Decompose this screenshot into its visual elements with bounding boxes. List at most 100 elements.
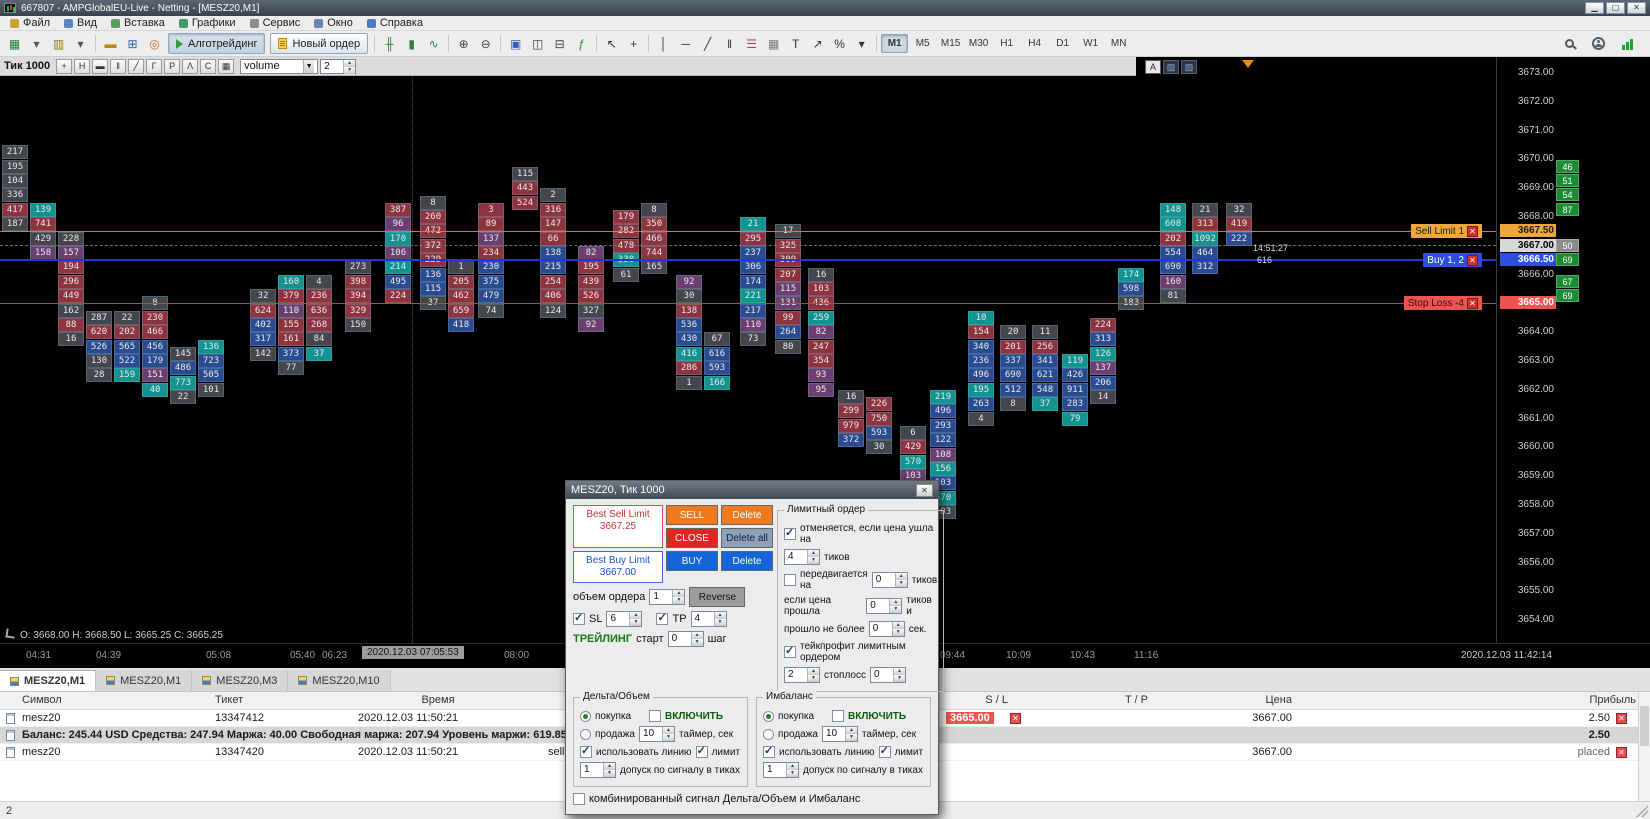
chart-tool-7[interactable]: P [164,59,180,74]
order-volume-stepper[interactable]: 1 [649,589,685,605]
timeframe-H1[interactable]: H1 [993,34,1020,53]
tp-limit-stepper[interactable]: 2 [784,667,820,683]
delta-enable-checkbox[interactable] [649,710,661,722]
imbalance-buy-radio[interactable] [763,711,774,722]
crosshair-button[interactable]: + [623,33,644,54]
stop-loss-line-label[interactable]: Stop Loss -4 [1404,296,1482,310]
arrow-objects-button[interactable]: ↗ [807,33,828,54]
move-stepper[interactable]: 0 [872,572,908,588]
trailing-start-stepper[interactable]: 0 [668,631,704,647]
dialog-close-button[interactable] [916,484,933,497]
profit-close-icon[interactable] [1616,713,1627,724]
column-header-time[interactable]: Время [358,694,518,706]
chart-tool-1[interactable]: + [56,59,72,74]
objects-dropdown-button[interactable]: ▾ [851,33,872,54]
chart-overlay-button-3[interactable]: ▨ [1181,60,1197,74]
channel-button[interactable]: ‖ [719,33,740,54]
vertical-line-button[interactable]: │ [653,33,674,54]
timeframe-M30[interactable]: M30 [965,34,992,53]
delta-buy-radio[interactable] [580,711,591,722]
trendline-button[interactable]: ╱ [697,33,718,54]
sl-checkbox[interactable] [573,613,585,625]
profiles-dropdown-button[interactable]: ▾ [70,33,91,54]
passed-stepper[interactable]: 0 [866,598,902,614]
delta-timer-stepper[interactable]: 10 [639,726,675,742]
line-chart-button[interactable]: ∿ [423,33,444,54]
calculator-button[interactable]: ⊞ [122,33,143,54]
bar-chart-button[interactable]: ╫ [379,33,400,54]
tab-MESZ20,M1[interactable]: MESZ20,M1 [0,670,96,691]
reverse-button[interactable]: Reverse [689,587,745,607]
chart-overlay-button-1[interactable]: A [1145,60,1161,74]
chart-overlay-button-2[interactable]: ▨ [1163,60,1179,74]
timeframe-W1[interactable]: W1 [1077,34,1104,53]
cursor-button[interactable]: ↖ [601,33,622,54]
algo-settings-button[interactable]: ◎ [144,33,165,54]
profit-close-icon[interactable] [1616,747,1627,758]
tab-MESZ20,M10[interactable]: MESZ20,M10 [288,670,390,691]
elapsed-stepper[interactable]: 0 [869,621,905,637]
timeframe-H4[interactable]: H4 [1021,34,1048,53]
fibonacci-button[interactable]: ☰ [741,33,762,54]
minimize-button[interactable]: ▁ [1585,2,1604,14]
close-button[interactable]: CLOSE [666,528,718,548]
imbalance-use-line-checkbox[interactable] [763,746,775,758]
takeprofit-limit-checkbox[interactable] [784,646,796,658]
delete-sell-button[interactable]: Delete [721,505,773,525]
auto-arrange-button[interactable]: ⊟ [549,33,570,54]
timeframe-D1[interactable]: D1 [1049,34,1076,53]
resize-grip[interactable] [1636,805,1648,817]
menu-Вставка[interactable]: Вставка [104,16,172,30]
column-header-symbol[interactable]: Символ [22,694,152,706]
price-axis[interactable]: 3673.003672.003671.003670.003669.003668.… [1497,76,1650,643]
zoom-in-button[interactable]: ⊕ [453,33,474,54]
move-checkbox[interactable] [784,574,796,586]
delta-sell-radio[interactable] [580,729,591,740]
buy-button[interactable]: BUY [666,551,718,571]
sell-limit-line-label[interactable]: Sell Limit 1 [1411,224,1482,238]
dialog-titlebar[interactable]: MESZ20, Тик 1000 [566,481,938,499]
menu-Справка[interactable]: Справка [360,16,430,30]
delete-buy-button[interactable]: Delete [721,551,773,571]
imbalance-enable-checkbox[interactable] [832,710,844,722]
sell-button[interactable]: SELL [666,505,718,525]
column-header-ticket[interactable]: Тикет [215,694,325,706]
timeframe-M1[interactable]: M1 [881,34,908,53]
search-button[interactable] [1559,33,1580,54]
cancel-ticks-stepper[interactable]: 4 [784,549,820,565]
cancel-if-checkbox[interactable] [784,528,796,540]
tp-checkbox[interactable] [656,613,668,625]
sl-stepper[interactable]: 6 [606,611,642,627]
menu-Графики[interactable]: Графики [172,16,243,30]
timeframe-MN[interactable]: MN [1105,34,1132,53]
chart-tool-6[interactable]: Г [146,59,162,74]
column-header-price[interactable]: Цена [1170,694,1292,706]
timeframe-M15[interactable]: M15 [937,34,964,53]
menu-Окно[interactable]: Окно [307,16,360,30]
stop-loss-line-close-icon[interactable] [1467,298,1478,309]
new-chart-button[interactable]: ▦ [4,33,25,54]
volume-size-stepper[interactable]: 2 [320,59,356,74]
combined-signal-checkbox[interactable] [573,793,585,805]
indicators-button[interactable]: ƒ [571,33,592,54]
algotrading-button[interactable]: Алготрейдинг [168,33,265,54]
text-button[interactable]: T [785,33,806,54]
delete-all-button[interactable]: Delete all [721,528,773,548]
autoscroll-marker-icon[interactable] [1242,60,1254,68]
ruler-button[interactable]: ▬ [100,33,121,54]
volume-select[interactable]: volume ▼ [240,59,318,74]
menu-Вид[interactable]: Вид [57,16,104,30]
imbalance-timer-stepper[interactable]: 10 [822,726,858,742]
menu-Сервис[interactable]: Сервис [243,16,308,30]
chart-tool-5[interactable]: ╱ [128,59,144,74]
arrange-windows-button[interactable]: ◫ [527,33,548,54]
menu-Файл[interactable]: Файл [3,16,57,30]
account-button[interactable] [1588,33,1609,54]
chart-tool-9[interactable]: C [200,59,216,74]
column-header-profit[interactable]: Прибыль [1440,694,1636,706]
horizontal-line-button[interactable]: ─ [675,33,696,54]
delta-limit-checkbox[interactable] [696,746,708,758]
new-order-button[interactable]: Новый ордер [270,33,368,54]
chart-tool-2[interactable]: H [74,59,90,74]
connection-status[interactable] [1617,33,1638,54]
